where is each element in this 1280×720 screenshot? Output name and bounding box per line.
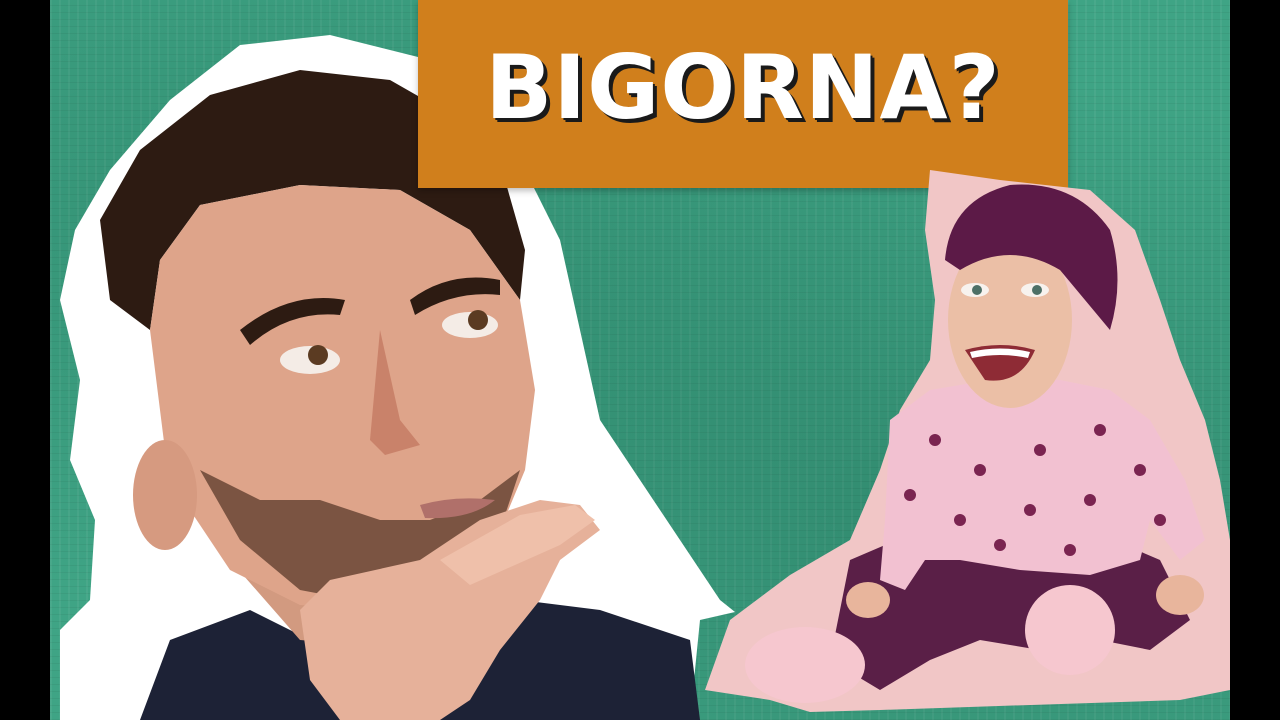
baby-right-iris [1032, 285, 1042, 295]
baby-left-iris [972, 285, 982, 295]
baby-right-hand [1156, 575, 1204, 615]
baby-right-shoe [1025, 585, 1115, 675]
baby-outfit-woman-cutout [705, 170, 1230, 712]
baby-left-shoe [745, 627, 865, 703]
baby-left-hand [846, 582, 890, 618]
